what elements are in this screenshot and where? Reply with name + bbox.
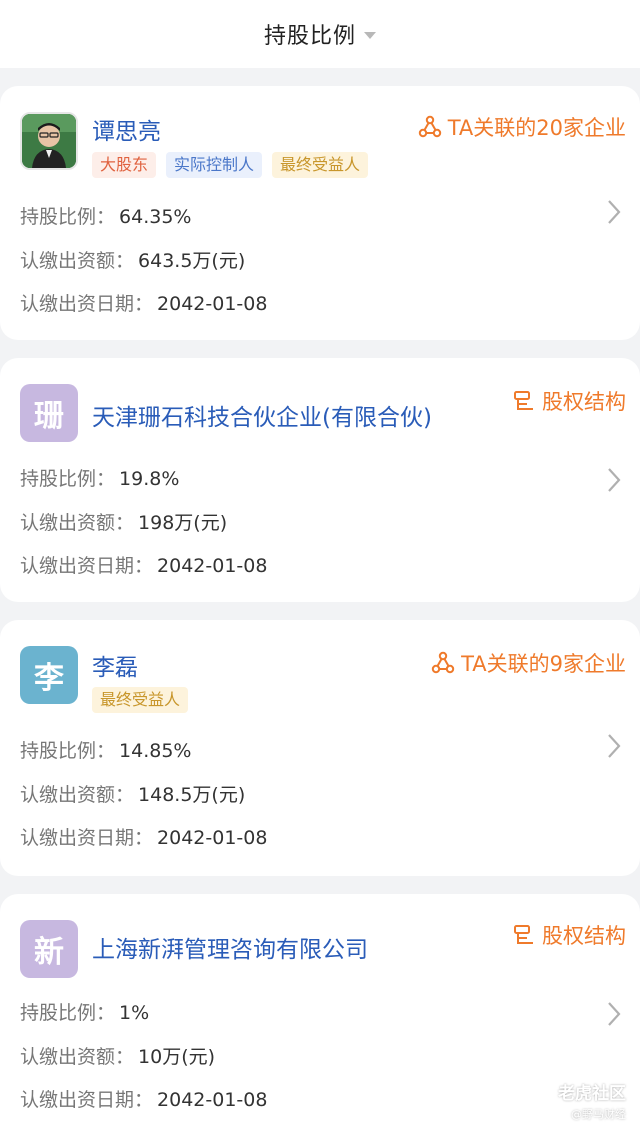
ratio-value: 64.35% [119,206,192,228]
chevron-right-icon[interactable] [606,1000,622,1028]
tag-ultimate-beneficiary: 最终受益人 [272,152,369,178]
amount-row: 认缴出资额： 643.5万(元) [20,246,245,273]
amount-label: 认缴出资额： [20,512,135,534]
equity-structure-label: 股权结构 [542,924,626,948]
equity-structure-icon [514,391,533,410]
amount-label: 认缴出资额： [20,1046,135,1068]
date-row: 认缴出资日期： 2042-01-08 [20,823,267,850]
amount-value: 198万(元) [138,512,228,534]
date-value: 2042-01-08 [157,293,268,315]
avatar: 李 [20,646,78,704]
amount-row: 认缴出资额： 148.5万(元) [20,780,245,807]
ratio-row: 持股比例： 14.85% [20,736,191,763]
shareholder-card-3[interactable]: 李 李磊 最终受益人 TA关联的9家企业 持股比例： 14.85% 认缴出资额： 1… [0,620,640,876]
avatar: 珊 [20,384,78,442]
date-row: 认缴出资日期： 2042-01-08 [20,551,267,578]
tag-actual-controller: 实际控制人 [166,152,263,178]
chevron-right-icon[interactable] [606,198,622,226]
watermark-sub: @野马财经 [571,1108,626,1121]
ratio-row: 持股比例： 64.35% [20,202,191,229]
ratio-value: 14.85% [119,740,192,762]
ratio-row: 持股比例： 19.8% [20,464,179,491]
tag-group: 最终受益人 [92,687,189,713]
equity-structure-label: 股权结构 [542,390,626,414]
tag-group: 大股东 实际控制人 最终受益人 [92,152,369,178]
equity-structure-icon [514,925,533,944]
shareholder-name[interactable]: 李磊 [92,648,138,682]
date-label: 认缴出资日期： [20,293,154,315]
watermark: 老虎社区 @野马财经 [536,1079,626,1122]
ratio-label: 持股比例： [20,1002,116,1024]
person-photo-icon [22,114,76,168]
date-row: 认缴出资日期： 2042-01-08 [20,1085,267,1112]
shareholder-card-2[interactable]: 珊 天津珊石科技合伙企业(有限合伙) 股权结构 持股比例： 19.8% 认缴出资额… [0,358,640,602]
ratio-label: 持股比例： [20,468,116,490]
watermark-main: 老虎社区 [536,1079,626,1104]
date-value: 2042-01-08 [157,555,268,577]
date-row: 认缴出资日期： 2042-01-08 [20,289,267,316]
chevron-right-icon[interactable] [606,732,622,760]
amount-label: 认缴出资额： [20,784,135,806]
date-label: 认缴出资日期： [20,1089,154,1111]
chevron-right-icon[interactable] [606,466,622,494]
related-companies-link[interactable]: TA关联的9家企业 [431,648,626,678]
watermark-main-text: 老虎社区 [558,1084,626,1104]
header-bar[interactable]: 持股比例 [0,0,640,68]
shareholder-name[interactable]: 天津珊石科技合伙企业(有限合伙) [92,398,432,432]
network-icon [431,651,455,674]
page-title: 持股比例 [263,24,356,49]
ratio-label: 持股比例： [20,206,116,228]
tag-ultimate-beneficiary: 最终受益人 [92,687,189,713]
amount-label: 认缴出资额： [20,250,135,272]
shareholder-card-1[interactable]: 谭思亮 大股东 实际控制人 最终受益人 TA关联的20家企业 持股比例： 64.3… [0,86,640,340]
ratio-label: 持股比例： [20,740,116,762]
equity-structure-link[interactable]: 股权结构 [512,386,626,416]
amount-value: 148.5万(元) [138,784,246,806]
tag-major-shareholder: 大股东 [92,152,157,178]
shareholder-name[interactable]: 谭思亮 [92,112,161,146]
date-value: 2042-01-08 [157,827,268,849]
date-label: 认缴出资日期： [20,827,154,849]
ratio-row: 持股比例： 1% [20,998,149,1025]
amount-value: 643.5万(元) [138,250,246,272]
amount-row: 认缴出资额： 10万(元) [20,1042,215,1069]
related-companies-label: TA关联的9家企业 [461,652,626,676]
dropdown-caret-icon[interactable] [364,31,376,39]
date-value: 2042-01-08 [157,1089,268,1111]
ratio-value: 1% [119,1002,150,1024]
tiger-logo-icon [536,1084,552,1099]
amount-row: 认缴出资额： 198万(元) [20,508,227,535]
related-companies-link[interactable]: TA关联的20家企业 [418,112,626,142]
ratio-value: 19.8% [119,468,180,490]
related-companies-label: TA关联的20家企业 [447,116,626,140]
equity-structure-link[interactable]: 股权结构 [512,920,626,950]
avatar: 新 [20,920,78,978]
shareholder-name[interactable]: 上海新湃管理咨询有限公司 [92,930,368,964]
network-icon [418,115,441,138]
avatar [20,112,78,170]
date-label: 认缴出资日期： [20,555,154,577]
amount-value: 10万(元) [138,1046,216,1068]
